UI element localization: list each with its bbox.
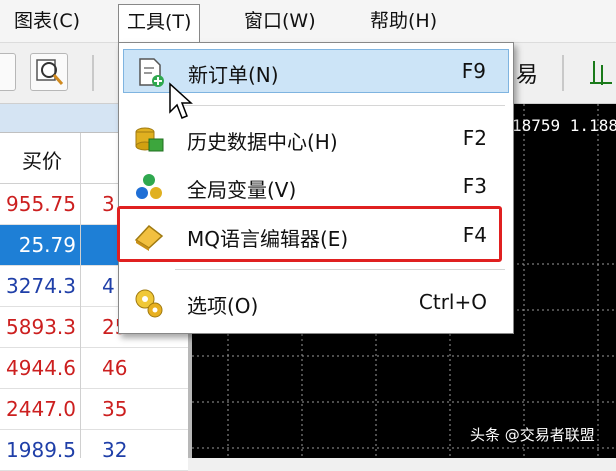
menu-tools[interactable]: 工具(T) — [118, 4, 201, 44]
menu-item-shortcut: F3 — [462, 174, 487, 198]
column-divider — [80, 133, 81, 458]
menu-item-label: 全局变量(V) — [187, 178, 297, 202]
new-order-icon — [139, 58, 164, 87]
bid-value: 955.75 — [6, 192, 76, 216]
market-row[interactable]: 1989.5 32 — [0, 430, 188, 471]
toolbar-separator — [92, 55, 94, 91]
menu-item-shortcut: Ctrl+O — [418, 290, 487, 314]
ask-value: 35 — [102, 397, 128, 421]
menu-item-label: 选项(O) — [187, 294, 259, 318]
menu-item-label: 历史数据中心(H) — [187, 130, 338, 154]
ask-value: 4 — [102, 274, 115, 298]
menu-item-global-variables[interactable]: 全局变量(V) F3 — [123, 165, 509, 209]
toolbar-button-partial[interactable] — [0, 53, 16, 91]
menu-charts[interactable]: 图表(C) — [6, 4, 88, 38]
watermark: 头条 @交易者联盟 — [470, 426, 595, 444]
bid-value: 3274.3 — [6, 274, 76, 298]
bid-value: 5893.3 — [6, 315, 76, 339]
menu-separator — [175, 105, 505, 106]
bar-chart-icon[interactable] — [590, 57, 612, 87]
ask-value: 46 — [102, 356, 128, 380]
magnifier-icon — [36, 59, 64, 85]
bid-value: 2447.0 — [6, 397, 76, 421]
menu-item-label: 新订单(N) — [188, 63, 279, 87]
toolbar-partial-label[interactable]: 易 — [516, 57, 538, 89]
toolbar-separator — [562, 55, 564, 91]
menu-item-options[interactable]: 选项(O) Ctrl+O — [123, 281, 509, 325]
menu-help[interactable]: 帮助(H) — [362, 4, 445, 38]
global-variables-icon — [136, 174, 162, 199]
menu-bar: 图表(C) 工具(T) 窗口(W) 帮助(H) — [0, 0, 616, 44]
chart-price-readout: 18759 1.188 — [512, 116, 616, 135]
column-header-bid[interactable]: 买价 — [22, 145, 62, 174]
history-center-icon — [135, 127, 164, 152]
menu-window[interactable]: 窗口(W) — [236, 4, 324, 38]
menu-separator — [175, 269, 505, 270]
annotation-highlight-box — [117, 206, 502, 262]
zoom-chart-button[interactable] — [30, 53, 68, 91]
ask-value: 3 — [102, 192, 115, 216]
bid-value: 25.79 — [18, 233, 76, 257]
ask-value: 32 — [102, 438, 128, 462]
menu-item-shortcut: F9 — [461, 59, 486, 83]
options-icon — [135, 289, 163, 318]
bid-value: 4944.6 — [6, 356, 76, 380]
menu-item-shortcut: F2 — [462, 126, 487, 150]
mouse-cursor-icon — [169, 82, 193, 119]
market-row[interactable]: 2447.0 35 — [0, 389, 188, 430]
bid-value: 1989.5 — [6, 438, 76, 462]
market-row[interactable]: 4944.6 46 — [0, 348, 188, 389]
menu-item-history-center[interactable]: 历史数据中心(H) F2 — [123, 117, 509, 161]
